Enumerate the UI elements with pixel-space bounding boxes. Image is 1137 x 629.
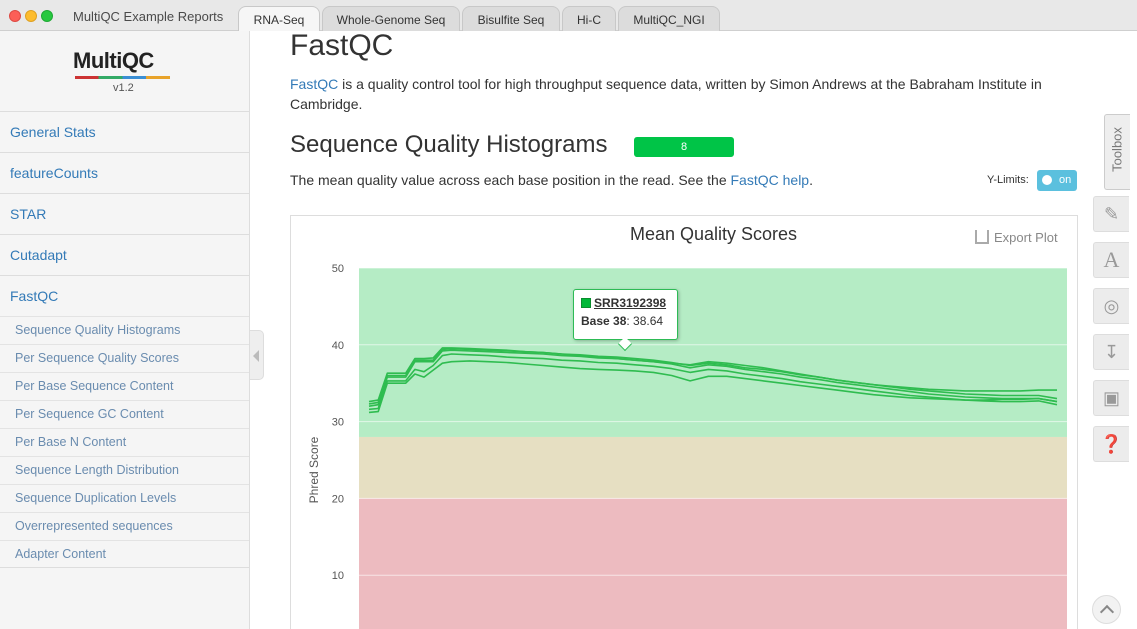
multiqc-logo[interactable]: MultiQC xyxy=(73,48,154,74)
y-axis-label: Phred Score xyxy=(307,436,321,503)
logo-underline xyxy=(75,76,170,79)
mean-quality-chart[interactable]: 10 20 30 40 50 Phred Score xyxy=(290,215,1078,629)
fastqc-help-link[interactable]: FastQC help xyxy=(731,172,810,188)
pin-icon[interactable]: ✎ xyxy=(1093,196,1129,232)
download-icon[interactable]: ↧ xyxy=(1093,334,1129,370)
sidebar-subitem-sequence-length-distribution[interactable]: Sequence Length Distribution xyxy=(0,456,249,484)
tooltip-value: : 38.64 xyxy=(626,314,664,328)
tab-hi-c[interactable]: Hi-C xyxy=(562,6,616,31)
section-title: Sequence Quality Histograms xyxy=(290,131,608,158)
close-window-button[interactable] xyxy=(9,10,21,22)
sidebar-subitem-sequence-duplication-levels[interactable]: Sequence Duplication Levels xyxy=(0,484,249,512)
plot-zone-0 xyxy=(359,498,1067,629)
question-icon[interactable]: ❓ xyxy=(1093,426,1129,462)
fastqc-link[interactable]: FastQC xyxy=(290,76,338,92)
y-tick-label-10: 10 xyxy=(332,570,344,582)
window-titlebar: MultiQC Example Reports RNA-Seq Whole-Ge… xyxy=(0,0,1137,31)
plot-tooltip: SRR3192398 Base 38: 38.64 xyxy=(573,289,678,340)
version-label: v1.2 xyxy=(113,82,134,94)
page-title: FastQC xyxy=(290,29,394,62)
sidebar-subitem-per-base-sequence-content[interactable]: Per Base Sequence Content xyxy=(0,372,249,400)
maximize-window-button[interactable] xyxy=(41,10,53,22)
sidebar-subitem-per-sequence-gc-content[interactable]: Per Sequence GC Content xyxy=(0,400,249,428)
series-swatch xyxy=(581,298,591,308)
tab-multiqc-ngi[interactable]: MultiQC_NGI xyxy=(618,6,720,31)
window-title: MultiQC Example Reports xyxy=(73,9,224,24)
tab-rna-seq[interactable]: RNA-Seq xyxy=(238,6,320,31)
font-icon[interactable]: A xyxy=(1093,242,1129,278)
y-tick-label-50: 50 xyxy=(332,263,344,275)
tooltip-sample-name: SRR3192398 xyxy=(594,296,667,310)
section-desc-text: The mean quality value across each base … xyxy=(290,172,731,188)
save-icon[interactable]: ▣ xyxy=(1093,380,1129,416)
sidebar-subitem-overrepresented-sequences[interactable]: Overrepresented sequences xyxy=(0,512,249,540)
tab-whole-genome-seq[interactable]: Whole-Genome Seq xyxy=(322,6,460,31)
sidebar-subitem-adapter-content[interactable]: Adapter Content xyxy=(0,540,249,568)
sidebar-item-general-stats[interactable]: General Stats xyxy=(0,111,249,152)
tab-bisulfite-seq[interactable]: Bisulfite Seq xyxy=(462,6,560,31)
section-description: The mean quality value across each base … xyxy=(290,172,813,188)
sidebar: MultiQC v1.2 General Stats featureCounts… xyxy=(0,31,250,629)
sidebar-collapse-toggle[interactable] xyxy=(250,330,264,380)
section-desc-end: . xyxy=(809,172,813,188)
y-tick-label-20: 20 xyxy=(332,493,344,505)
ylimits-label: Y-Limits: xyxy=(987,174,1029,186)
plot-zone-2 xyxy=(359,268,1067,437)
y-tick-label-30: 30 xyxy=(332,417,344,429)
plot-zone-1 xyxy=(359,436,1067,499)
sample-count-badge: 8 xyxy=(634,137,734,157)
sidebar-subitem-sequence-quality-histograms[interactable]: Sequence Quality Histograms xyxy=(0,316,249,344)
y-tick-label-40: 40 xyxy=(332,340,344,352)
sidebar-subitem-per-base-n-content[interactable]: Per Base N Content xyxy=(0,428,249,456)
ylimits-toggle[interactable]: on xyxy=(1037,170,1077,191)
module-intro: FastQC is a quality control tool for hig… xyxy=(290,74,1080,114)
eye-slash-icon[interactable]: ◎ xyxy=(1093,288,1129,324)
sidebar-subitem-per-sequence-quality-scores[interactable]: Per Sequence Quality Scores xyxy=(0,344,249,372)
minimize-window-button[interactable] xyxy=(25,10,37,22)
sidebar-item-featurecounts[interactable]: featureCounts xyxy=(0,152,249,193)
intro-text: is a quality control tool for high throu… xyxy=(290,76,1042,112)
tooltip-base-label: Base 38 xyxy=(581,314,627,328)
toolbox-label: Toolbox xyxy=(1109,127,1125,172)
scroll-to-top-button[interactable] xyxy=(1092,595,1121,624)
sidebar-item-fastqc[interactable]: FastQC xyxy=(0,275,249,316)
